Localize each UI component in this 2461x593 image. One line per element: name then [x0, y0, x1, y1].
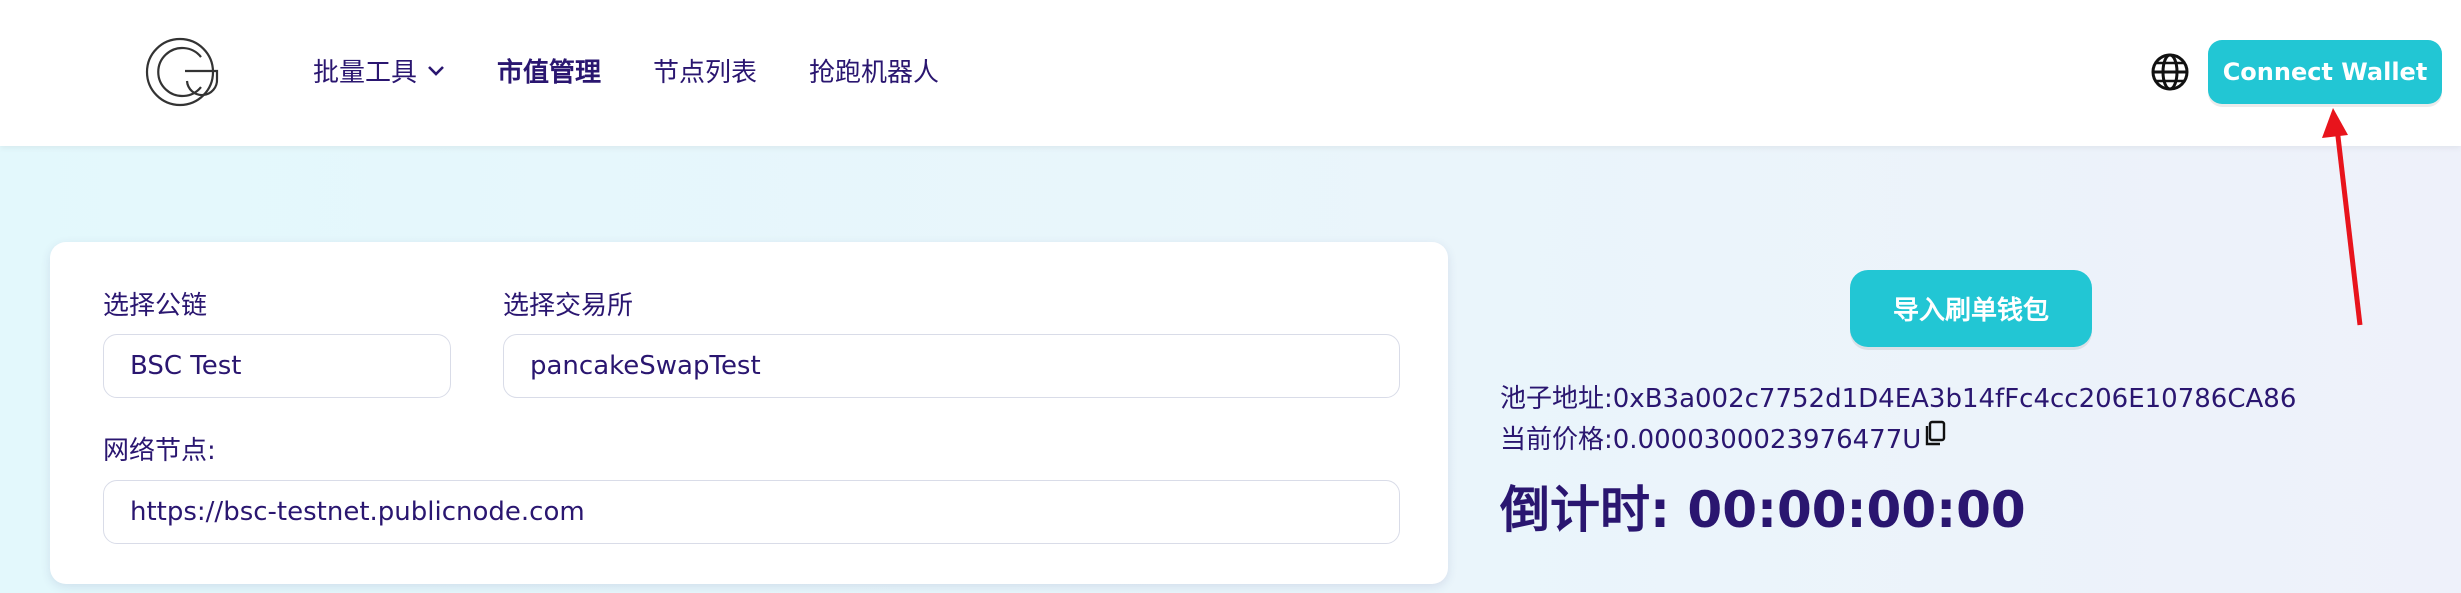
chain-select-value: BSC Test	[130, 351, 242, 381]
top-navbar: 批量工具 市值管理 节点列表 抢跑机器人 Connect Wallet	[0, 0, 2461, 146]
node-label: 网络节点:	[103, 436, 216, 466]
logo-icon[interactable]	[143, 35, 223, 109]
chain-select[interactable]: BSC Test	[103, 334, 451, 398]
import-wallet-button[interactable]: 导入刷单钱包	[1850, 270, 2092, 347]
exchange-select-value: pancakeSwapTest	[530, 351, 761, 381]
nav-batch-tools-label: 批量工具	[313, 58, 418, 88]
node-url-input[interactable]: https://bsc-testnet.publicnode.com	[103, 480, 1400, 544]
nav-node-list-label: 节点列表	[653, 58, 758, 88]
exchange-select[interactable]: pancakeSwapTest	[503, 334, 1400, 398]
current-price-row: 当前价格:0.0000300023976477U	[1500, 419, 1947, 456]
countdown-timer: 倒计时: 00:00:00:00	[1500, 481, 2026, 539]
pool-address: 池子地址:0xB3a002c7752d1D4EA3b14fFc4cc206E10…	[1500, 384, 2297, 414]
node-url-value: https://bsc-testnet.publicnode.com	[130, 497, 585, 527]
nav-batch-tools[interactable]: 批量工具	[313, 52, 445, 89]
nav-market-cap[interactable]: 市值管理	[497, 52, 601, 89]
nav-frontrun-bot-label: 抢跑机器人	[809, 58, 940, 88]
copy-icon[interactable]	[1923, 419, 1947, 447]
import-wallet-label: 导入刷单钱包	[1892, 296, 2049, 326]
annotation-arrow-icon	[2322, 108, 2363, 326]
current-price: 当前价格:0.0000300023976477U	[1500, 425, 1922, 455]
connect-wallet-label: Connect Wallet	[2222, 58, 2428, 86]
chevron-down-icon	[428, 65, 444, 76]
connect-wallet-button[interactable]: Connect Wallet	[2208, 40, 2442, 104]
globe-icon[interactable]	[2150, 52, 2190, 92]
nav-node-list[interactable]: 节点列表	[653, 52, 757, 89]
exchange-label: 选择交易所	[503, 291, 634, 321]
main-nav: 批量工具 市值管理 节点列表 抢跑机器人	[313, 52, 991, 89]
nav-frontrun-bot[interactable]: 抢跑机器人	[809, 52, 939, 89]
config-card: 选择公链 BSC Test 选择交易所 pancakeSwapTest 网络节点…	[50, 242, 1448, 584]
nav-market-cap-label: 市值管理	[497, 58, 602, 88]
chain-label: 选择公链	[103, 291, 208, 321]
